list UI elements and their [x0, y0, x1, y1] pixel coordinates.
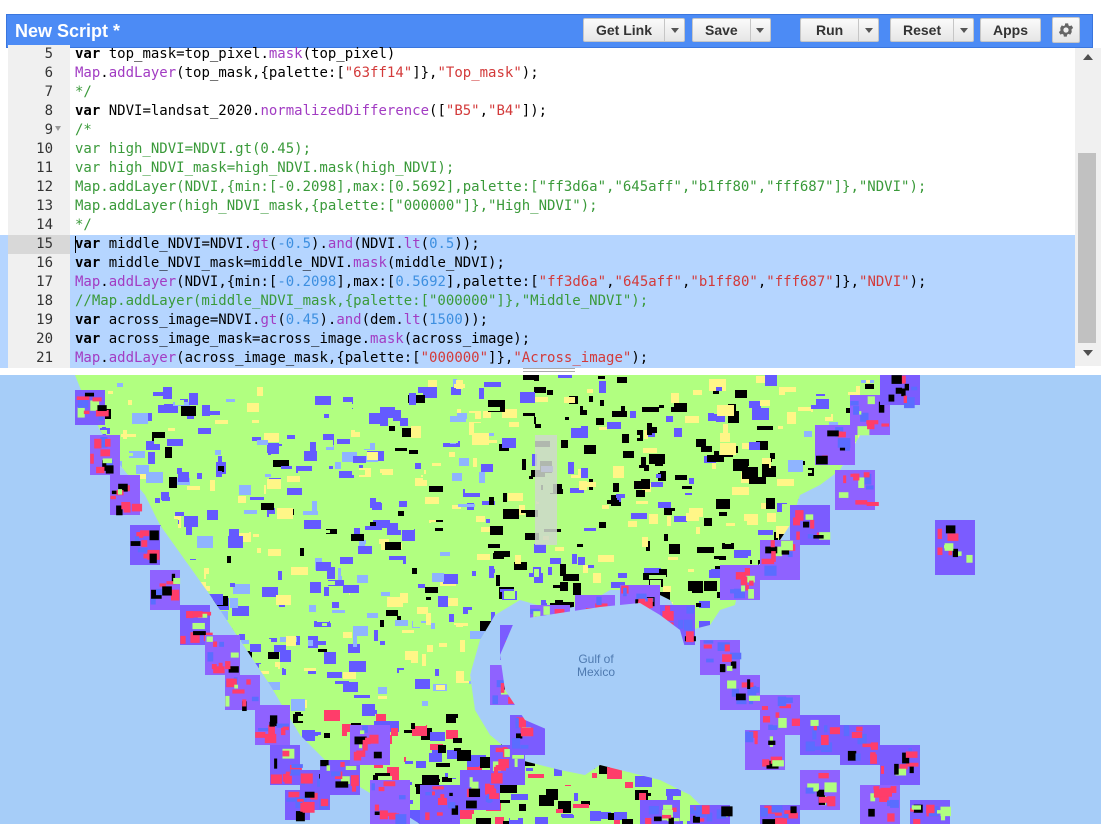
line-number: 19: [36, 312, 53, 328]
scroll-thumb[interactable]: [1078, 153, 1096, 343]
chevron-down-icon: [756, 27, 765, 33]
code-text: var across_image=NDVI.gt(0.45).and(dem.l…: [75, 312, 489, 328]
text-cursor: [75, 236, 76, 253]
scroll-down-icon[interactable]: [1083, 350, 1093, 356]
code-text: /*: [75, 122, 92, 138]
run-button[interactable]: Run: [800, 18, 880, 42]
code-text: Map.addLayer(across_image_mask,{palette:…: [75, 350, 649, 366]
code-text: var high_NDVI_mask=high_NDVI.mask(high_N…: [75, 160, 455, 176]
code-text: */: [75, 84, 92, 100]
code-line[interactable]: 15 var middle_NDVI=NDVI.gt(-0.5).and(NDVI…: [0, 235, 1075, 254]
code-text: var middle_NDVI=NDVI.gt(-0.5).and(NDVI.l…: [75, 236, 480, 252]
code-line[interactable]: 18 //Map.addLayer(middle_NDVI_mask,{palet…: [0, 292, 1075, 311]
scene-gap: [535, 435, 557, 545]
code-text: Map.addLayer(top_mask,{palette:["63ff14"…: [75, 65, 539, 81]
line-number: 14: [36, 217, 53, 233]
code-line[interactable]: 19 var across_image=NDVI.gt(0.45).and(dem…: [0, 311, 1075, 330]
code-line[interactable]: 14 */: [0, 216, 1075, 235]
editor-scrollbar[interactable]: [1075, 48, 1101, 366]
line-number: 21: [36, 350, 53, 366]
line-number: 12: [36, 179, 53, 195]
code-text: Map.addLayer(NDVI,{min:[-0.2098],max:[0.…: [75, 274, 927, 290]
code-line[interactable]: 10 var high_NDVI=NDVI.gt(0.45);: [0, 140, 1075, 159]
code-text: var across_image_mask=across_image.mask(…: [75, 331, 531, 347]
ndvi-map-layer: [75, 375, 1101, 824]
line-number: 15: [36, 236, 53, 252]
code-line[interactable]: 11 var high_NDVI_mask=high_NDVI.mask(high…: [0, 159, 1075, 178]
reset-button[interactable]: Reset: [890, 18, 975, 42]
code-editor[interactable]: 5 var top_mask=top_pixel.mask(top_pixel) 6…: [0, 45, 1101, 368]
chevron-down-icon: [864, 27, 873, 33]
reset-label: Reset: [903, 22, 942, 38]
script-title[interactable]: New Script *: [15, 21, 120, 42]
reset-dropdown[interactable]: [953, 19, 973, 41]
line-number: 20: [36, 331, 53, 347]
code-line[interactable]: 9 /*: [0, 121, 1075, 140]
code-line[interactable]: 20 var across_image_mask=across_image.mas…: [0, 330, 1075, 349]
line-number: 6: [44, 65, 53, 81]
code-line[interactable]: 6 Map.addLayer(top_mask,{palette:["63ff14…: [0, 64, 1075, 83]
run-label: Run: [816, 22, 844, 38]
code-text: var high_NDVI=NDVI.gt(0.45);: [75, 141, 312, 157]
code-text: Map.addLayer(NDVI,{min:[-0.2098],max:[0.…: [75, 179, 927, 195]
apps-label: Apps: [993, 22, 1028, 38]
line-number: 11: [36, 160, 53, 176]
scroll-up-icon[interactable]: [1083, 54, 1093, 60]
get-link-dropdown[interactable]: [664, 19, 684, 41]
apps-button[interactable]: Apps: [980, 18, 1041, 42]
save-button[interactable]: Save: [692, 18, 771, 42]
fold-icon[interactable]: [55, 126, 61, 131]
resize-handle[interactable]: [523, 367, 575, 375]
gear-icon: [1058, 23, 1074, 37]
map-view[interactable]: Gulf of Mexico: [0, 375, 1101, 824]
line-number: 18: [36, 293, 53, 309]
line-number: 13: [36, 198, 53, 214]
code-text: var top_mask=top_pixel.mask(top_pixel): [75, 46, 396, 62]
save-label: Save: [705, 22, 738, 38]
code-text: var middle_NDVI_mask=middle_NDVI.mask(mi…: [75, 255, 505, 271]
get-link-button[interactable]: Get Link: [583, 18, 686, 42]
code-line[interactable]: 7 */: [0, 83, 1075, 102]
code-text: */: [75, 217, 92, 233]
line-number: 7: [44, 84, 53, 100]
save-dropdown[interactable]: [749, 19, 770, 41]
line-number: 9: [44, 122, 53, 138]
chevron-down-icon: [959, 27, 968, 33]
code-text: //Map.addLayer(middle_NDVI_mask,{palette…: [75, 293, 649, 309]
line-number: 10: [36, 141, 53, 157]
code-line[interactable]: 12 Map.addLayer(NDVI,{min:[-0.2098],max:[…: [0, 178, 1075, 197]
line-number: 16: [36, 255, 53, 271]
code-text: Map.addLayer(high_NDVI_mask,{palette:["0…: [75, 198, 598, 214]
code-line[interactable]: 21 Map.addLayer(across_image_mask,{palett…: [0, 349, 1075, 368]
run-dropdown[interactable]: [858, 19, 878, 41]
settings-button[interactable]: [1052, 17, 1080, 43]
line-number: 5: [44, 46, 53, 62]
code-text: var NDVI=landsat_2020.normalizedDifferen…: [75, 103, 548, 119]
code-line[interactable]: 8 var NDVI=landsat_2020.normalizedDiffere…: [0, 102, 1075, 121]
script-header: New Script * Get Link Save Run Reset App…: [0, 14, 1101, 48]
chevron-down-icon: [670, 27, 679, 33]
line-number: 17: [36, 274, 53, 290]
code-line[interactable]: 16 var middle_NDVI_mask=middle_NDVI.mask(…: [0, 254, 1075, 273]
line-number: 8: [44, 103, 53, 119]
code-line[interactable]: 13 Map.addLayer(high_NDVI_mask,{palette:[…: [0, 197, 1075, 216]
code-line[interactable]: 5 var top_mask=top_pixel.mask(top_pixel): [0, 45, 1075, 64]
gulf-of-mexico-label: Gulf of Mexico: [576, 652, 615, 679]
get-link-label: Get Link: [596, 22, 653, 38]
code-line[interactable]: 17 Map.addLayer(NDVI,{min:[-0.2098],max:[…: [0, 273, 1075, 292]
